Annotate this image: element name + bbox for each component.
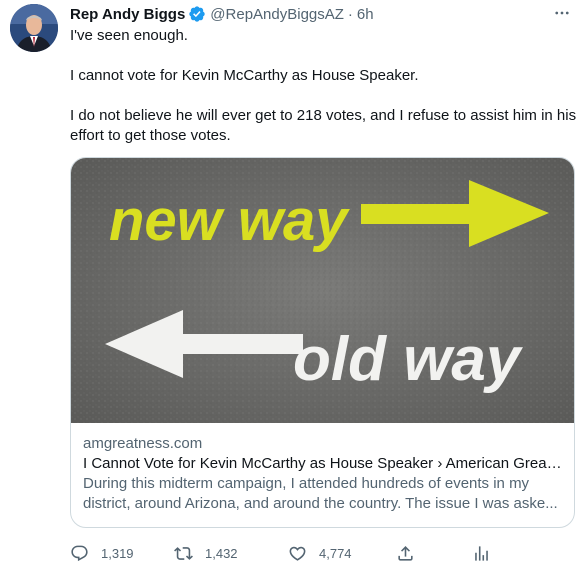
avatar[interactable]	[10, 4, 58, 52]
action-bar: 1,319 1,432 4,774	[70, 541, 500, 565]
tweet-line: I cannot vote for Kevin McCarthy as Hous…	[70, 67, 419, 84]
author-name[interactable]: Rep Andy Biggs	[70, 6, 185, 23]
card-image[interactable]: new way old way	[71, 158, 574, 423]
timestamp[interactable]: 6h	[357, 6, 374, 23]
analytics-button[interactable]	[472, 541, 503, 565]
retweet-count: 1,432	[205, 545, 238, 561]
card-title: I Cannot Vote for Kevin McCarthy as Hous…	[83, 455, 562, 472]
separator-dot: ·	[347, 5, 353, 23]
new-way-text: new way	[109, 188, 350, 253]
share-icon	[398, 545, 413, 561]
like-icon	[289, 546, 306, 561]
card-body: amgreatness.com I Cannot Vote for Kevin …	[83, 434, 562, 514]
tweet-line: I do not believe he will ever get to 218…	[70, 107, 577, 144]
more-icon[interactable]	[551, 2, 573, 24]
like-button[interactable]: 4,774	[288, 541, 352, 565]
retweet-icon	[174, 546, 193, 560]
tweet-line: I've seen enough.	[70, 27, 188, 44]
tweet[interactable]: Rep Andy Biggs @RepAndyBiggsAZ · 6h I've…	[0, 0, 585, 571]
card-description: During this midterm campaign, I attended…	[83, 475, 558, 512]
like-count: 4,774	[319, 545, 352, 561]
share-button[interactable]	[396, 541, 427, 565]
verified-badge-icon	[188, 5, 206, 23]
tweet-header: Rep Andy Biggs @RepAndyBiggsAZ · 6h	[70, 4, 555, 24]
reply-button[interactable]: 1,319	[70, 541, 134, 565]
tweet-text: I've seen enough. I cannot vote for Kevi…	[70, 26, 580, 146]
author-handle[interactable]: @RepAndyBiggsAZ	[210, 6, 344, 23]
reply-icon	[71, 545, 88, 561]
link-card[interactable]: new way old way amgreatness.com I Cannot…	[70, 157, 575, 528]
old-way-text: old way	[293, 325, 524, 394]
analytics-icon	[475, 545, 488, 561]
reply-count: 1,319	[101, 545, 134, 561]
card-domain: amgreatness.com	[83, 435, 203, 452]
retweet-button[interactable]: 1,432	[174, 541, 238, 565]
